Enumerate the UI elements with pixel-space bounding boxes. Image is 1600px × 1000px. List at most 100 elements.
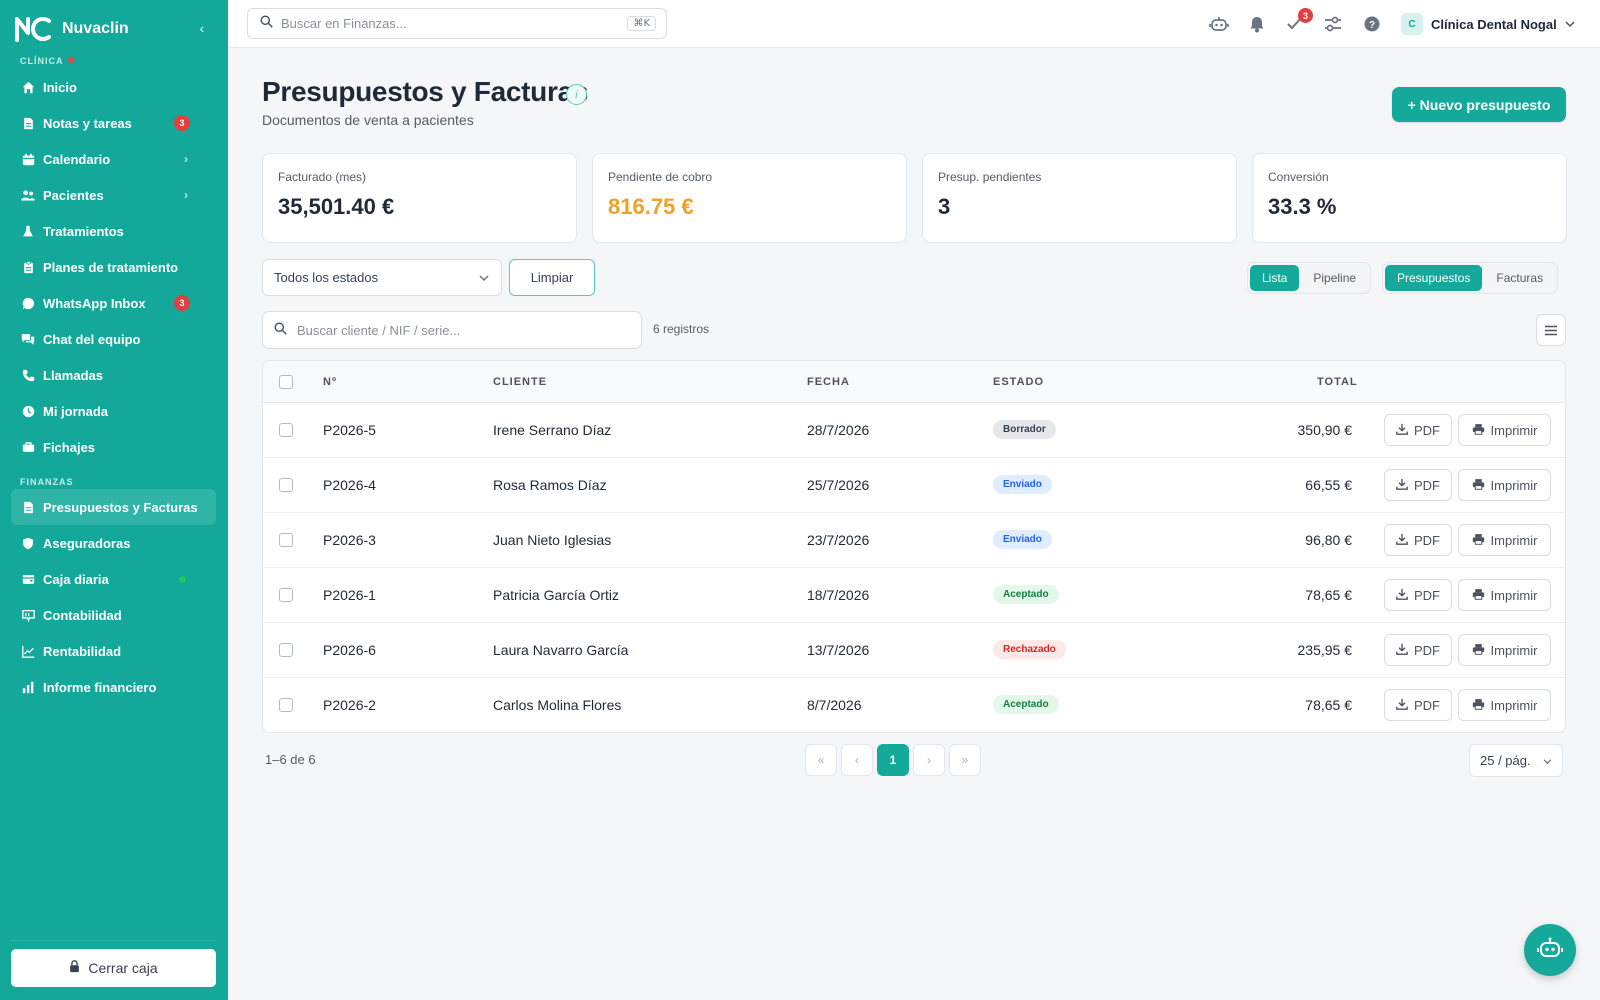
column-header-client[interactable]: CLIENTE: [493, 376, 547, 388]
sidebar-item-presupuestos[interactable]: Presupuestos y Facturas: [11, 489, 216, 525]
sidebar-item-notas[interactable]: Notas y tareas 3: [11, 105, 216, 141]
pdf-button[interactable]: PDF: [1384, 524, 1452, 556]
account-switcher[interactable]: C Clínica Dental Nogal: [1401, 12, 1575, 36]
next-page-button[interactable]: ›: [913, 744, 945, 776]
tab-facturas[interactable]: Facturas: [1484, 265, 1555, 291]
sidebar-item-informe[interactable]: Informe financiero: [11, 669, 216, 705]
first-page-button[interactable]: «: [805, 744, 837, 776]
kpi-value: 33.3 %: [1268, 194, 1337, 219]
close-cash-button[interactable]: Cerrar caja: [11, 949, 216, 987]
row-number[interactable]: P2026-1: [323, 587, 376, 603]
row-client: Patricia García Ortiz: [493, 587, 620, 603]
table-row[interactable]: P2026-6 Laura Navarro García 13/7/2026 Rech…: [263, 623, 1565, 678]
print-button[interactable]: Imprimir: [1458, 634, 1551, 666]
page-1-button[interactable]: 1: [877, 744, 909, 776]
pdf-button[interactable]: PDF: [1384, 469, 1452, 501]
row-number[interactable]: P2026-2: [323, 697, 376, 713]
column-header-date[interactable]: FECHA: [807, 376, 850, 388]
sidebar-item-llamadas[interactable]: Llamadas: [11, 357, 216, 393]
row-checkbox[interactable]: [279, 533, 293, 547]
page-title: Presupuestos y Facturas: [262, 76, 589, 107]
row-number[interactable]: P2026-4: [323, 477, 376, 493]
sidebar-item-aseguradoras[interactable]: Aseguradoras: [11, 525, 216, 561]
print-button[interactable]: Imprimir: [1458, 414, 1551, 446]
search-icon: [274, 322, 287, 338]
row-checkbox[interactable]: [279, 643, 293, 657]
row-checkbox[interactable]: [279, 588, 293, 602]
select-all-checkbox[interactable]: [279, 375, 293, 389]
sidebar-item-contabilidad[interactable]: Contabilidad: [11, 597, 216, 633]
sidebar-item-inicio[interactable]: Inicio: [11, 69, 216, 105]
global-search-input[interactable]: Buscar en Finanzas... ⌘K: [247, 8, 667, 39]
sliders-icon[interactable]: [1322, 13, 1344, 35]
per-page-select[interactable]: 25 / pág.: [1469, 744, 1563, 777]
pdf-button[interactable]: PDF: [1384, 414, 1452, 446]
per-page-value: 25 / pág.: [1480, 753, 1531, 768]
pdf-label: PDF: [1414, 697, 1440, 713]
table-header: Nº CLIENTE FECHA ESTADO TOTAL: [263, 361, 1565, 403]
sidebar-item-fichajes[interactable]: Fichajes: [11, 429, 216, 465]
table-row[interactable]: P2026-2 Carlos Molina Flores 8/7/2026 Acept…: [263, 678, 1565, 732]
row-checkbox[interactable]: [279, 698, 293, 712]
kpi-card-conversion: Conversión 33.3 %: [1252, 153, 1567, 243]
search-placeholder: Buscar en Finanzas...: [281, 16, 407, 31]
column-header-total[interactable]: TOTAL: [1317, 376, 1358, 388]
brand[interactable]: Nuvaclin: [14, 14, 129, 44]
row-client: Juan Nieto Iglesias: [493, 532, 612, 548]
whatsapp-icon: [21, 296, 35, 310]
view-pipeline-button[interactable]: Pipeline: [1301, 265, 1368, 291]
tab-presupuestos[interactable]: Presupuestos: [1385, 265, 1483, 291]
column-header-number[interactable]: Nº: [323, 376, 337, 388]
robot-icon[interactable]: [1208, 13, 1230, 35]
view-list-button[interactable]: Lista: [1250, 265, 1300, 291]
collapse-sidebar-icon[interactable]: ‹: [194, 20, 210, 36]
row-number[interactable]: P2026-6: [323, 642, 376, 658]
print-button[interactable]: Imprimir: [1458, 524, 1551, 556]
sidebar-item-chat[interactable]: Chat del equipo: [11, 321, 216, 357]
download-icon: [1396, 533, 1408, 548]
prev-page-button[interactable]: ‹: [841, 744, 873, 776]
sidebar-item-mi-jornada[interactable]: Mi jornada: [11, 393, 216, 429]
sidebar-item-rentabilidad[interactable]: Rentabilidad: [11, 633, 216, 669]
row-number[interactable]: P2026-3: [323, 532, 376, 548]
row-checkbox[interactable]: [279, 478, 293, 492]
clear-filters-button[interactable]: Limpiar: [509, 259, 595, 296]
status-filter-select[interactable]: Todos los estados: [262, 259, 502, 296]
tasks-check-icon[interactable]: 3: [1283, 8, 1313, 35]
table-row[interactable]: P2026-5 Irene Serrano Díaz 28/7/2026 Borrad…: [263, 403, 1565, 458]
help-icon[interactable]: ?: [1361, 13, 1383, 35]
table-search-input[interactable]: Buscar cliente / NIF / serie...: [262, 311, 642, 349]
sidebar-item-label: Caja diaria: [43, 571, 109, 587]
assistant-fab-button[interactable]: [1524, 924, 1576, 976]
bell-icon[interactable]: [1246, 13, 1268, 35]
pdf-label: PDF: [1414, 422, 1440, 438]
table-row[interactable]: P2026-1 Patricia García Ortiz 18/7/2026 Ace…: [263, 568, 1565, 623]
column-header-status[interactable]: ESTADO: [993, 376, 1044, 388]
last-page-button[interactable]: »: [949, 744, 981, 776]
print-button[interactable]: Imprimir: [1458, 689, 1551, 721]
sidebar-item-whatsapp[interactable]: WhatsApp Inbox 3: [11, 285, 216, 321]
sidebar-item-pacientes[interactable]: Pacientes ›: [11, 177, 216, 213]
status-badge: Aceptado: [993, 585, 1059, 604]
sidebar-item-calendario[interactable]: Calendario ›: [11, 141, 216, 177]
columns-menu-icon[interactable]: [1536, 314, 1566, 346]
sidebar-item-planes[interactable]: Planes de tratamiento: [11, 249, 216, 285]
print-button[interactable]: Imprimir: [1458, 579, 1551, 611]
sidebar-item-tratamientos[interactable]: Tratamientos: [11, 213, 216, 249]
new-quote-button[interactable]: + Nuevo presupuesto: [1392, 87, 1566, 122]
sidebar-item-caja-diaria[interactable]: Caja diaria: [11, 561, 216, 597]
row-checkbox[interactable]: [279, 423, 293, 437]
svg-text:?: ?: [1369, 20, 1375, 31]
chevron-right-icon: ›: [184, 188, 188, 202]
print-button[interactable]: Imprimir: [1458, 469, 1551, 501]
note-icon: [21, 116, 35, 130]
pdf-button[interactable]: PDF: [1384, 579, 1452, 611]
pdf-button[interactable]: PDF: [1384, 634, 1452, 666]
table-row[interactable]: P2026-4 Rosa Ramos Díaz 25/7/2026 Enviado 66…: [263, 458, 1565, 513]
document-icon: [21, 500, 35, 514]
pdf-button[interactable]: PDF: [1384, 689, 1452, 721]
kpi-label: Pendiente de cobro: [608, 170, 713, 184]
table-row[interactable]: P2026-3 Juan Nieto Iglesias 23/7/2026 Envia…: [263, 513, 1565, 568]
row-number[interactable]: P2026-5: [323, 422, 376, 438]
info-icon[interactable]: i: [566, 84, 587, 105]
